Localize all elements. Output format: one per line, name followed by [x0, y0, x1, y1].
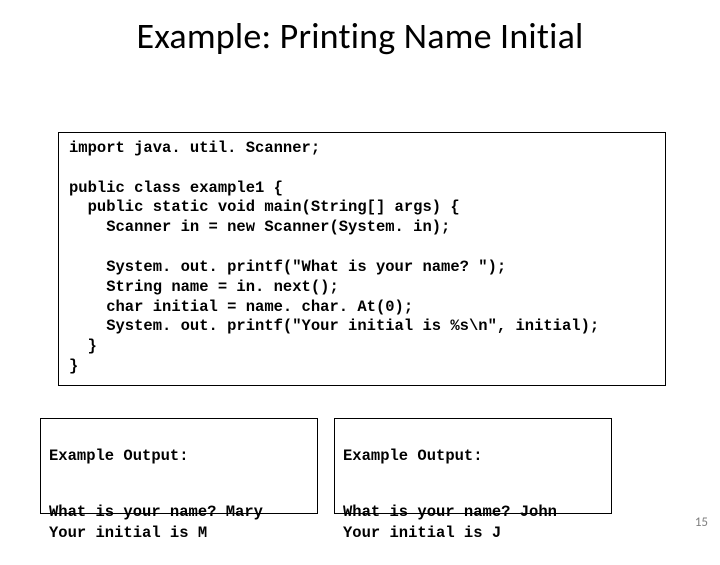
page-number: 15: [695, 515, 708, 530]
example-output-right: Example Output: What is your name? John …: [334, 418, 612, 514]
output-body: What is your name? John Your initial is …: [343, 502, 603, 544]
slide: Example: Printing Name Initial import ja…: [0, 0, 720, 540]
output-heading: Example Output:: [49, 446, 309, 467]
output-body: What is your name? Mary Your initial is …: [49, 502, 309, 544]
page-title: Example: Printing Name Initial: [0, 14, 720, 58]
example-output-left: Example Output: What is your name? Mary …: [40, 418, 318, 514]
output-heading: Example Output:: [343, 446, 603, 467]
code-block: import java. util. Scanner; public class…: [58, 132, 666, 386]
